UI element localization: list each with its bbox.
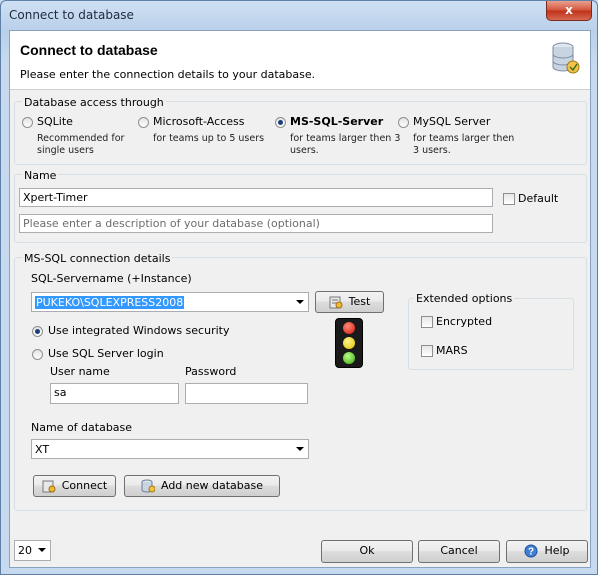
msaccess-description: for teams up to 5 users xyxy=(153,133,265,144)
name-input[interactable]: Xpert-Timer xyxy=(19,188,493,207)
chevron-down-icon[interactable] xyxy=(296,447,304,451)
ok-button-label: Ok xyxy=(359,544,375,557)
access-group-label: Database access through xyxy=(22,96,166,109)
page-subtitle: Please enter the connection details to y… xyxy=(20,68,316,81)
servername-value: PUKEKO\SQLEXPRESS2008 xyxy=(35,296,185,309)
add-database-button[interactable]: Add new database xyxy=(124,475,280,497)
description-placeholder: Please enter a description of your datab… xyxy=(23,217,320,230)
mssql-description: for teams larger then 3 users. xyxy=(290,133,401,156)
dialog-header: Connect to database Please enter the con… xyxy=(10,31,590,90)
dbname-label: Name of database xyxy=(31,421,133,434)
chevron-down-icon[interactable] xyxy=(296,300,304,304)
radio-sqlite[interactable] xyxy=(22,117,33,128)
password-label: Password xyxy=(185,365,237,378)
integrated-security-label[interactable]: Use integrated Windows security xyxy=(48,324,229,337)
cancel-button-label: Cancel xyxy=(440,544,478,557)
connect-button-label: Connect xyxy=(61,479,108,492)
radio-msaccess-label[interactable]: Microsoft-Access xyxy=(153,115,244,128)
extended-options-group: Extended options Encrypted MARS xyxy=(408,292,574,370)
page-size-combo[interactable]: 20 xyxy=(14,540,51,561)
default-checkbox[interactable] xyxy=(503,193,515,205)
radio-msaccess[interactable] xyxy=(138,117,149,128)
access-group: Database access through SQLite Recommend… xyxy=(14,96,587,165)
cancel-button[interactable]: Cancel xyxy=(418,540,500,563)
red-light xyxy=(343,322,355,334)
extended-options-label: Extended options xyxy=(414,292,515,305)
name-group: Name Xpert-Timer Default Please enter a … xyxy=(14,169,587,243)
traffic-light-icon xyxy=(335,318,363,368)
encrypted-label[interactable]: Encrypted xyxy=(436,315,492,328)
username-value: sa xyxy=(54,386,67,399)
title-bar[interactable]: Connect to database x xyxy=(1,1,597,29)
radio-mssql-label[interactable]: MS-SQL-Server xyxy=(290,115,383,128)
username-label: User name xyxy=(50,365,110,378)
radio-integrated-security[interactable] xyxy=(32,326,43,337)
radio-mysql-label[interactable]: MySQL Server xyxy=(413,115,490,128)
default-checkbox-label[interactable]: Default xyxy=(518,192,558,205)
radio-sqlite-label[interactable]: SQLite xyxy=(37,115,73,128)
dbname-combo[interactable]: XT xyxy=(31,439,309,459)
password-input[interactable] xyxy=(185,383,308,404)
radio-mssql[interactable] xyxy=(275,117,286,128)
test-connection-icon xyxy=(329,296,343,309)
green-light xyxy=(343,352,355,364)
add-database-icon xyxy=(141,479,155,493)
connect-icon xyxy=(42,480,56,493)
window-title: Connect to database xyxy=(9,8,134,22)
mars-checkbox[interactable] xyxy=(421,345,433,357)
mssql-group: MS-SQL connection details SQL-Servername… xyxy=(14,252,587,511)
servername-combo[interactable]: PUKEKO\SQLEXPRESS2008 xyxy=(31,292,309,312)
sql-login-label[interactable]: Use SQL Server login xyxy=(48,347,164,360)
help-button[interactable]: ? Help xyxy=(506,540,588,563)
test-button-label: Test xyxy=(348,295,371,308)
page-size-value: 20 xyxy=(18,544,32,557)
name-input-value: Xpert-Timer xyxy=(23,191,88,204)
test-button[interactable]: Test xyxy=(315,291,384,313)
servername-label: SQL-Servername (+Instance) xyxy=(31,272,192,285)
dialog-window: Connect to database x Connect to databas… xyxy=(0,0,598,575)
name-group-label: Name xyxy=(22,169,59,182)
mysql-description: for teams larger then 3 users. xyxy=(413,133,515,156)
database-connect-icon xyxy=(552,42,580,74)
help-icon: ? xyxy=(524,544,538,558)
page-title: Connect to database xyxy=(20,42,158,58)
description-input[interactable]: Please enter a description of your datab… xyxy=(19,214,493,233)
yellow-light xyxy=(343,337,355,349)
chevron-down-icon[interactable] xyxy=(38,548,46,552)
username-input[interactable]: sa xyxy=(50,383,179,404)
dbname-value: XT xyxy=(35,443,50,456)
close-icon: x xyxy=(565,3,573,17)
add-database-label: Add new database xyxy=(160,479,264,492)
svg-text:?: ? xyxy=(528,547,534,558)
mssql-group-label: MS-SQL connection details xyxy=(22,252,173,265)
dialog-client: Connect to database Please enter the con… xyxy=(9,30,591,568)
connect-button[interactable]: Connect xyxy=(33,475,116,497)
ok-button[interactable]: Ok xyxy=(321,540,413,563)
close-button[interactable]: x xyxy=(546,1,592,21)
radio-mysql[interactable] xyxy=(398,117,409,128)
radio-sql-login[interactable] xyxy=(32,349,43,360)
help-button-label: Help xyxy=(544,544,570,557)
mars-label[interactable]: MARS xyxy=(436,344,468,357)
sqlite-description: Recommended for single users xyxy=(37,133,125,156)
encrypted-checkbox[interactable] xyxy=(421,316,433,328)
